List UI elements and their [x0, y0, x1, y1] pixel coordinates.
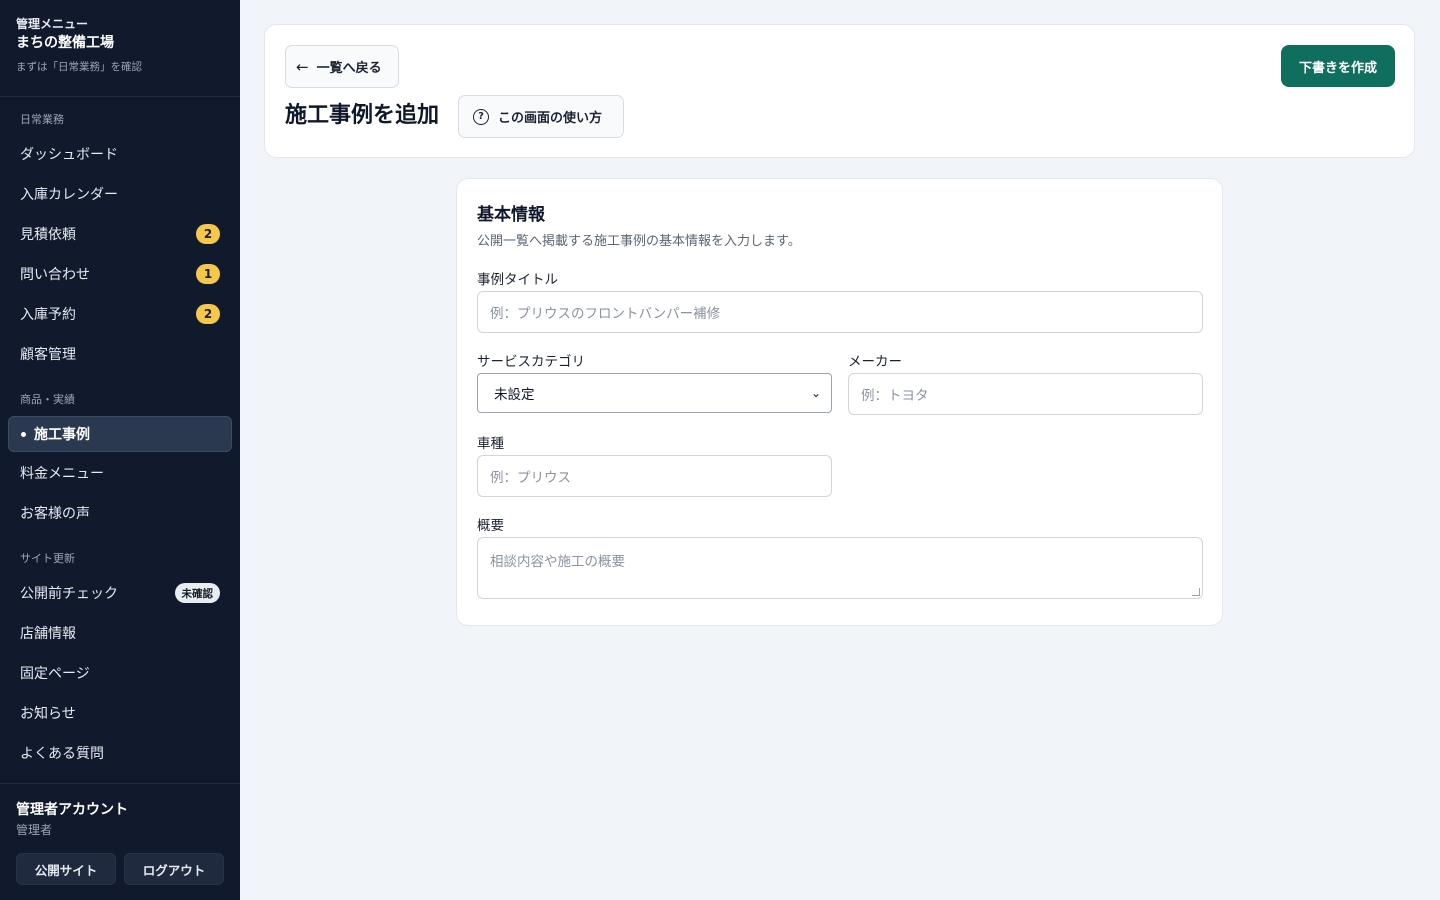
sidebar-item-label: 固定ページ	[20, 666, 90, 682]
sidebar-item-reservations[interactable]: 入庫予約 2	[8, 296, 232, 332]
sidebar-item-label: 店舗情報	[20, 626, 76, 642]
model-label: 車種	[477, 436, 504, 452]
count-badge: 2	[196, 304, 220, 324]
basic-info-form: 基本情報 公開一覧へ掲載する施工事例の基本情報を入力します。 事例タイトル 例：…	[456, 178, 1223, 626]
question-circle-icon: ?	[473, 108, 489, 125]
sidebar-item-inquiries[interactable]: 問い合わせ 1	[8, 256, 232, 292]
maker-label: メーカー	[848, 354, 902, 370]
title-label: 事例タイトル	[477, 272, 558, 288]
sidebar-item-label: 料金メニュー	[20, 466, 104, 482]
section-site: サイト更新	[20, 552, 75, 565]
maker-input[interactable]: 例：トヨタ	[848, 373, 1203, 415]
category-select[interactable]: 未設定 ⌄	[477, 373, 832, 413]
count-badge: 2	[196, 224, 220, 244]
sidebar-item-label: 施工事例	[34, 427, 90, 443]
sidebar-item-static-pages[interactable]: 固定ページ	[8, 655, 232, 691]
summary-textarea[interactable]: 相談内容や施工の概要	[477, 537, 1203, 599]
title-input[interactable]: 例：プリウスのフロントバンパー補修	[477, 291, 1203, 333]
category-selected-value: 未設定	[494, 387, 535, 403]
sidebar-item-calendar[interactable]: 入庫カレンダー	[8, 176, 232, 212]
sidebar-item-store-info[interactable]: 店舗情報	[8, 615, 232, 651]
app-name: まちの整備工場	[16, 35, 114, 51]
summary-placeholder: 相談内容や施工の概要	[490, 554, 625, 570]
sidebar-item-label: 見積依頼	[20, 227, 76, 243]
sidebar-header: 管理メニュー まちの整備工場 まずは「日常業務」を確認	[0, 0, 240, 97]
sidebar-item-label: お客様の声	[20, 506, 90, 522]
sidebar-item-pricing[interactable]: 料金メニュー	[8, 455, 232, 491]
page-header: ← 一覧へ戻る 施工事例を追加 ? この画面の使い方 下書きを作成	[264, 24, 1415, 158]
chevron-down-icon: ⌄	[810, 386, 821, 400]
help-button[interactable]: ? この画面の使い方	[458, 95, 624, 138]
footer-buttons: 公開サイト ログアウト	[16, 853, 224, 885]
sidebar-item-label: 入庫予約	[20, 307, 76, 323]
sidebar-item-label: 問い合わせ	[20, 267, 90, 283]
account-role: 管理者	[16, 823, 53, 837]
section-products: 商品・実績	[20, 393, 75, 406]
section-description: 公開一覧へ掲載する施工事例の基本情報を入力します。	[477, 234, 801, 249]
account-name: 管理者アカウント	[16, 802, 128, 818]
sidebar-eyebrow: 管理メニュー	[16, 17, 89, 31]
sidebar-hint: まずは「日常業務」を確認	[16, 61, 142, 73]
page-title: 施工事例を追加	[285, 103, 440, 128]
logout-button[interactable]: ログアウト	[124, 853, 224, 885]
back-button-label: 一覧へ戻る	[316, 61, 382, 76]
status-badge: 未確認	[174, 583, 220, 603]
model-input[interactable]: 例：プリウス	[477, 455, 832, 497]
sidebar-item-quotes[interactable]: 見積依頼 2	[8, 216, 232, 252]
sidebar-item-prepublish-check[interactable]: 公開前チェック 未確認	[8, 575, 232, 611]
sidebar-item-label: 顧客管理	[20, 347, 76, 363]
help-button-label: この画面の使い方	[498, 111, 603, 126]
sidebar-item-label: お知らせ	[20, 706, 76, 722]
sidebar-item-news[interactable]: お知らせ	[8, 695, 232, 731]
public-site-button[interactable]: 公開サイト	[16, 853, 116, 885]
count-badge: 1	[196, 264, 220, 284]
sidebar-item-label: 公開前チェック	[20, 586, 118, 602]
create-draft-button[interactable]: 下書きを作成	[1281, 45, 1395, 87]
sidebar-item-dashboard[interactable]: ダッシュボード	[8, 136, 232, 172]
sidebar-footer: 管理者アカウント 管理者 公開サイト ログアウト	[0, 783, 240, 900]
summary-label: 概要	[477, 518, 504, 534]
section-title: 基本情報	[477, 205, 545, 225]
arrow-left-icon: ←	[296, 57, 309, 76]
sidebar-item-cases[interactable]: 施工事例	[8, 416, 232, 452]
sidebar-item-faq[interactable]: よくある質問	[8, 735, 232, 771]
back-to-list-button[interactable]: ← 一覧へ戻る	[285, 45, 399, 88]
sidebar-item-customers[interactable]: 顧客管理	[8, 336, 232, 372]
sidebar-item-testimonials[interactable]: お客様の声	[8, 495, 232, 531]
sidebar-item-label: ダッシュボード	[20, 147, 118, 163]
section-daily: 日常業務	[20, 113, 64, 126]
sidebar-item-label: よくある質問	[20, 746, 104, 762]
category-label: サービスカテゴリ	[477, 354, 585, 370]
resize-handle-icon[interactable]	[1192, 588, 1200, 596]
sidebar-item-label: 入庫カレンダー	[20, 187, 118, 203]
active-dot-icon	[21, 431, 26, 437]
sidebar: 管理メニュー まちの整備工場 まずは「日常業務」を確認 日常業務 ダッシュボード…	[0, 0, 240, 900]
